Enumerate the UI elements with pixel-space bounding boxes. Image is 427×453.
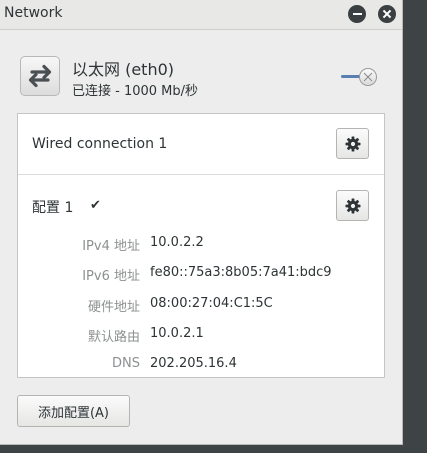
connection-settings-button[interactable] [336, 128, 369, 159]
dns-value: 202.205.16.4 [150, 356, 237, 371]
gear-icon [345, 136, 360, 151]
connection-name: Wired connection 1 [32, 136, 168, 152]
ipv4-label: IPv4 地址 [82, 239, 140, 254]
ipv6-value: fe80::75a3:8b05:7a41:bdc9 [150, 265, 332, 280]
active-check-icon: ✔ [90, 198, 101, 213]
network-transfer-icon [20, 56, 60, 96]
ipv6-label: IPv6 地址 [82, 269, 140, 284]
gear-icon [345, 198, 360, 213]
hardware-address-value: 08:00:27:04:C1:5C [150, 296, 273, 311]
profile-name: 配置 1 [32, 200, 74, 216]
device-toggle-switch[interactable] [341, 67, 379, 87]
device-name: 以太网 (eth0) [72, 60, 175, 79]
switch-knob[interactable] [359, 68, 377, 86]
ipv4-value: 10.0.2.2 [150, 235, 204, 250]
row-separator [18, 174, 384, 175]
network-window: Network 以太网 (eth0) 已连接 - 1000 Mb/秒 Wired… [0, 0, 403, 445]
minimize-button[interactable] [348, 5, 366, 23]
titlebar: Network [0, 0, 402, 30]
window-title: Network [4, 5, 63, 21]
default-route-label: 默认路由 [87, 330, 140, 345]
add-profile-button[interactable]: 添加配置(A) [17, 395, 130, 427]
default-route-value: 10.0.2.1 [150, 326, 204, 341]
close-icon [382, 9, 392, 19]
hardware-address-label: 硬件地址 [87, 300, 140, 315]
connection-panel: Wired connection 1 配置 1 ✔ IPv4 地址 10.0.2… [17, 113, 385, 378]
minimize-icon [352, 13, 362, 15]
close-button[interactable] [378, 5, 396, 23]
dns-label: DNS [112, 356, 140, 371]
profile-settings-button[interactable] [336, 190, 369, 221]
device-status: 已连接 - 1000 Mb/秒 [72, 84, 199, 99]
